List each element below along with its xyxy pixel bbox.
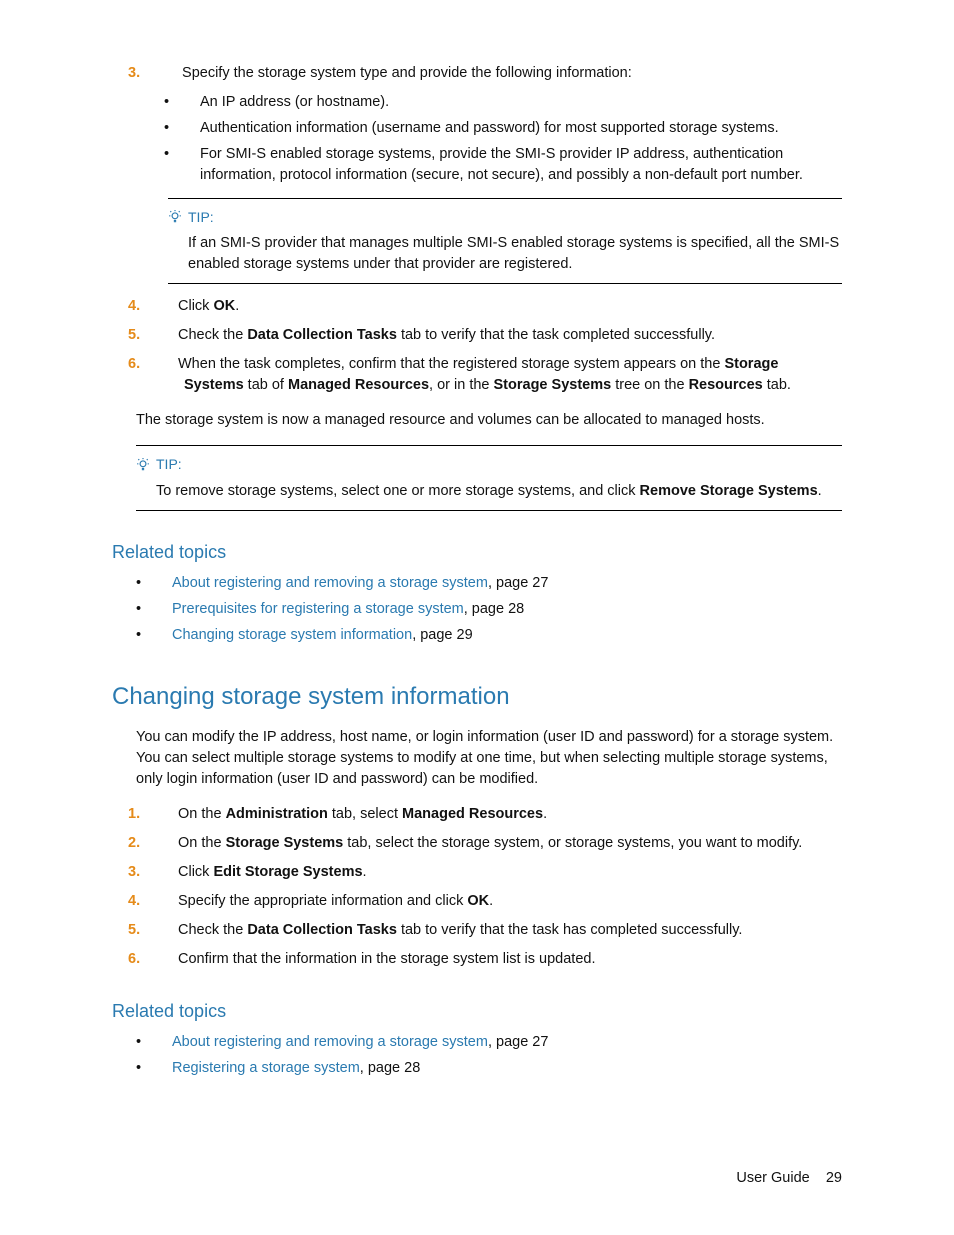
step-text: Click OK. — [178, 298, 239, 314]
related-link[interactable]: Prerequisites for registering a storage … — [172, 601, 464, 617]
related-topics-heading: Related topics — [112, 998, 842, 1024]
bullet-icon: • — [182, 118, 200, 139]
step-2: 2.On the Storage Systems tab, select the… — [136, 833, 842, 854]
related-link[interactable]: Registering a storage system — [172, 1060, 360, 1076]
step-3: 3. Specify the storage system type and p… — [136, 63, 842, 84]
tip-body: If an SMI-S provider that manages multip… — [188, 233, 842, 275]
tip-label: TIP: — [156, 454, 182, 474]
bullet-icon: • — [154, 573, 172, 594]
step-number: 5. — [156, 325, 178, 346]
step-text: Check the Data Collection Tasks tab to v… — [178, 327, 715, 343]
section-heading: Changing storage system information — [112, 680, 842, 715]
step-text: When the task completes, confirm that th… — [178, 356, 791, 393]
page-container: 3. Specify the storage system type and p… — [0, 0, 954, 1235]
step-1: 1.On the Administration tab, select Mana… — [136, 804, 842, 825]
step-4: 4.Click OK. — [136, 296, 842, 317]
page-ref: , page 27 — [488, 1034, 548, 1050]
related-link-item: •About registering and removing a storag… — [112, 573, 842, 594]
tip-label: TIP: — [188, 207, 214, 227]
tip-block: TIP: If an SMI-S provider that manages m… — [168, 198, 842, 284]
step-number: 4. — [156, 891, 178, 912]
bullet-icon: • — [182, 92, 200, 113]
bullet-text: Authentication information (username and… — [200, 120, 779, 136]
step-text: On the Administration tab, select Manage… — [178, 806, 547, 822]
bullet-icon: • — [154, 1058, 172, 1079]
tip-body: To remove storage systems, select one or… — [156, 481, 842, 502]
bullet-text: For SMI-S enabled storage systems, provi… — [200, 146, 803, 183]
bullet-icon: • — [182, 144, 200, 165]
tip-heading: TIP: — [168, 207, 842, 227]
step-4: 4.Specify the appropriate information an… — [136, 891, 842, 912]
bullet-icon: • — [154, 625, 172, 646]
bullet-text: An IP address (or hostname). — [200, 94, 389, 110]
page-ref: , page 28 — [360, 1060, 420, 1076]
step-6: 6.When the task completes, confirm that … — [136, 354, 842, 396]
step-text: Click Edit Storage Systems. — [178, 864, 367, 880]
bullet-item: •Authentication information (username an… — [112, 118, 842, 139]
bullet-icon: • — [154, 1032, 172, 1053]
tip-heading: TIP: — [136, 454, 842, 474]
related-link-item: •Prerequisites for registering a storage… — [112, 599, 842, 620]
page-ref: , page 28 — [464, 601, 524, 617]
step-3: 3.Click Edit Storage Systems. — [136, 862, 842, 883]
step-number: 6. — [156, 949, 178, 970]
tip-bulb-icon — [168, 210, 182, 224]
related-link-item: •Registering a storage system, page 28 — [112, 1058, 842, 1079]
related-link-item: •About registering and removing a storag… — [112, 1032, 842, 1053]
tip-bulb-icon — [136, 458, 150, 472]
step-number: 3. — [156, 63, 178, 84]
related-link-item: •Changing storage system information, pa… — [112, 625, 842, 646]
related-link[interactable]: About registering and removing a storage… — [172, 1034, 488, 1050]
paragraph: The storage system is now a managed reso… — [136, 410, 842, 431]
step-5: 5.Check the Data Collection Tasks tab to… — [136, 325, 842, 346]
page-ref: , page 27 — [488, 575, 548, 591]
step-text: Check the Data Collection Tasks tab to v… — [178, 922, 742, 938]
paragraph: You can modify the IP address, host name… — [136, 727, 842, 790]
step-5: 5.Check the Data Collection Tasks tab to… — [136, 920, 842, 941]
step-text: On the Storage Systems tab, select the s… — [178, 835, 802, 851]
page-ref: , page 29 — [412, 627, 472, 643]
page-footer: User Guide 29 — [736, 1168, 842, 1189]
related-link[interactable]: Changing storage system information — [172, 627, 412, 643]
step-number: 2. — [156, 833, 178, 854]
related-link[interactable]: About registering and removing a storage… — [172, 575, 488, 591]
related-topics-heading: Related topics — [112, 539, 842, 565]
bullet-icon: • — [154, 599, 172, 620]
bullet-item: •An IP address (or hostname). — [112, 92, 842, 113]
step-number: 1. — [156, 804, 178, 825]
footer-page-number: 29 — [826, 1170, 842, 1186]
bullet-item: •For SMI-S enabled storage systems, prov… — [112, 144, 842, 186]
step-number: 5. — [156, 920, 178, 941]
tip-block: TIP: To remove storage systems, select o… — [136, 445, 842, 510]
step-6: 6.Confirm that the information in the st… — [136, 949, 842, 970]
step-number: 4. — [156, 296, 178, 317]
step-text: Specify the storage system type and prov… — [182, 65, 632, 81]
step-number: 3. — [156, 862, 178, 883]
footer-label: User Guide — [736, 1170, 809, 1186]
step-text: Confirm that the information in the stor… — [178, 951, 595, 967]
step-text: Specify the appropriate information and … — [178, 893, 493, 909]
step-number: 6. — [156, 354, 178, 375]
